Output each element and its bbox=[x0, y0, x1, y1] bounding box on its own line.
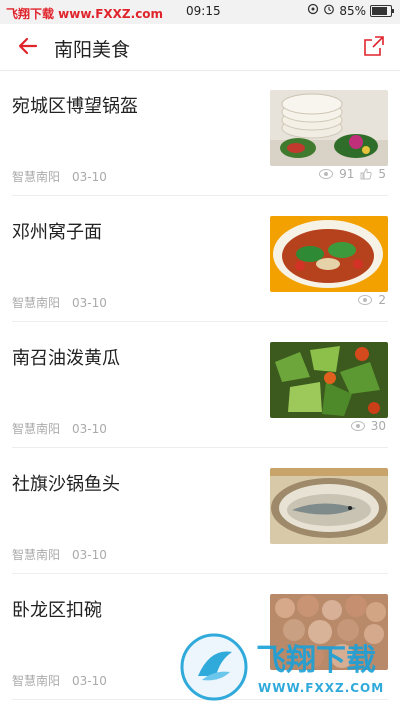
battery-percent: 85% bbox=[339, 3, 366, 18]
item-title: 南召油泼黄瓜 bbox=[12, 348, 120, 369]
view-count: 91 bbox=[339, 167, 355, 181]
thumbnail-huanggua bbox=[270, 342, 388, 418]
item-stats: 2 bbox=[358, 293, 386, 307]
list-item[interactable]: 社旗沙锅鱼头 智慧南阳 03-10 bbox=[0, 448, 400, 574]
item-stats: 30 bbox=[350, 419, 386, 433]
watermark-url: WWW.FXXZ.COM bbox=[258, 681, 384, 695]
watermark-text: 飞翔下载 bbox=[256, 643, 376, 678]
watermark-logo: 飞翔下载 WWW.FXXZ.COM bbox=[180, 630, 392, 704]
app-header: 南阳美食 bbox=[0, 24, 400, 71]
back-arrow-icon[interactable] bbox=[16, 34, 40, 58]
like-icon bbox=[360, 168, 372, 180]
item-source: 智慧南阳 bbox=[12, 674, 61, 688]
item-source: 智慧南阳 bbox=[12, 296, 61, 310]
item-meta: 智慧南阳 03-10 bbox=[12, 672, 107, 689]
thumbnail-yutou bbox=[270, 468, 388, 544]
view-count: 30 bbox=[370, 419, 386, 433]
gps-icon bbox=[307, 3, 319, 18]
item-meta: 智慧南阳 03-10 bbox=[12, 420, 107, 437]
list-item[interactable]: 南召油泼黄瓜 智慧南阳 03-10 30 bbox=[0, 322, 400, 448]
view-count-icon bbox=[358, 295, 373, 305]
item-date: 03-10 bbox=[72, 548, 107, 562]
page-title: 南阳美食 bbox=[54, 39, 131, 61]
item-stats: 91 5 bbox=[319, 167, 386, 181]
status-bar: 飞翔下载 www.FXXZ.com 09:15 85% bbox=[0, 0, 400, 24]
share-icon[interactable] bbox=[362, 34, 386, 58]
view-count-icon bbox=[319, 169, 334, 179]
item-meta: 智慧南阳 03-10 bbox=[12, 294, 107, 311]
item-title: 社旗沙锅鱼头 bbox=[12, 474, 120, 495]
list-item[interactable]: 邓州窝子面 智慧南阳 03-10 2 bbox=[0, 196, 400, 322]
item-meta: 智慧南阳 03-10 bbox=[12, 546, 107, 563]
item-date: 03-10 bbox=[72, 170, 107, 184]
alarm-icon bbox=[323, 3, 335, 18]
item-source: 智慧南阳 bbox=[12, 170, 61, 184]
item-title: 宛城区博望锅盔 bbox=[12, 96, 138, 117]
item-date: 03-10 bbox=[72, 674, 107, 688]
status-carrier: 飞翔下载 www.FXXZ.com bbox=[6, 7, 164, 21]
item-title: 邓州窝子面 bbox=[12, 222, 102, 243]
like-count: 5 bbox=[378, 167, 386, 181]
view-count-icon bbox=[350, 421, 365, 431]
item-meta: 智慧南阳 03-10 bbox=[12, 168, 107, 185]
thumbnail-wozimian bbox=[270, 216, 388, 292]
list-item[interactable]: 宛城区博望锅盔 智慧南阳 03-10 91 5 bbox=[0, 70, 400, 196]
item-date: 03-10 bbox=[72, 296, 107, 310]
thumbnail-guokui bbox=[270, 90, 388, 166]
item-title: 卧龙区扣碗 bbox=[12, 600, 102, 621]
item-source: 智慧南阳 bbox=[12, 548, 61, 562]
status-time: 09:15 bbox=[186, 4, 221, 18]
item-source: 智慧南阳 bbox=[12, 422, 61, 436]
status-right: 85% bbox=[307, 3, 394, 18]
view-count: 2 bbox=[378, 293, 386, 307]
item-date: 03-10 bbox=[72, 422, 107, 436]
battery-icon bbox=[370, 4, 394, 17]
